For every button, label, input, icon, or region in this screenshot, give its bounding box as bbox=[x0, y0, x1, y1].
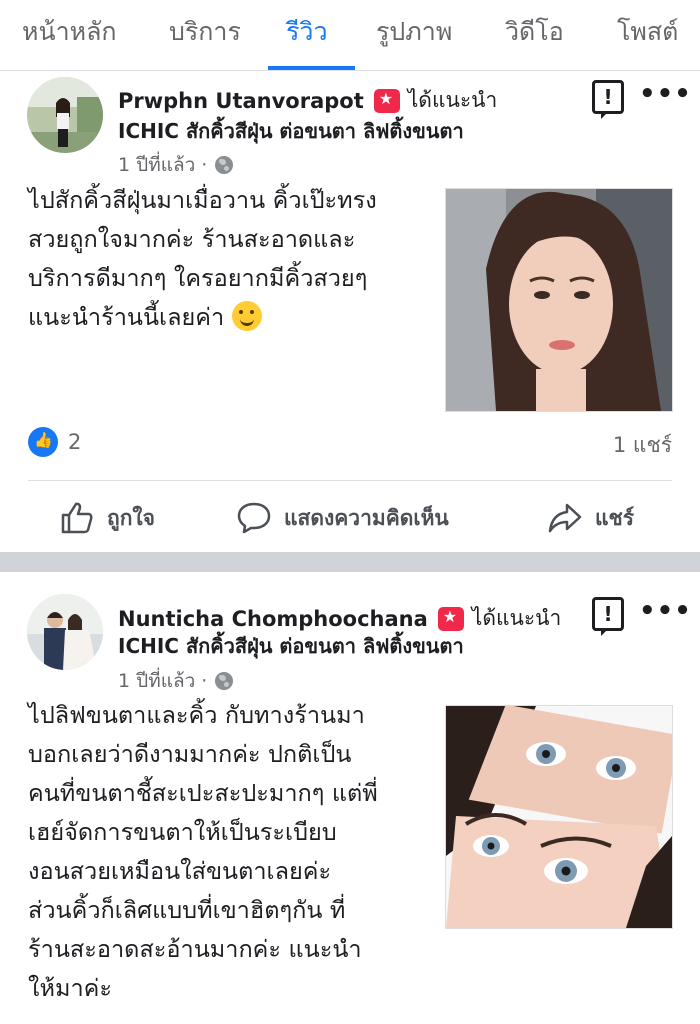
tab-videos[interactable]: วิดีโอ bbox=[505, 12, 564, 52]
avatar[interactable] bbox=[27, 594, 103, 670]
thumbs-up-icon bbox=[61, 502, 93, 534]
profile-tab-bar: หน้าหลัก บริการ รีวิว รูปภาพ วิดีโอ โพสต… bbox=[0, 0, 700, 71]
comment-label: แสดงความคิดเห็น bbox=[284, 505, 449, 530]
tab-home[interactable]: หน้าหลัก bbox=[22, 12, 117, 52]
comment-icon bbox=[237, 502, 271, 534]
tab-reviews[interactable]: รีวิว bbox=[286, 12, 328, 52]
author-name[interactable]: Nunticha Chomphoochana bbox=[118, 607, 428, 631]
review-text: ไปลิฟขนตาและคิ้ว กับทางร้านมา บอกเลยว่าด… bbox=[28, 701, 378, 1002]
like-count: 2 bbox=[68, 430, 82, 454]
recommend-label: ได้แนะนำ bbox=[407, 88, 498, 112]
tab-photos[interactable]: รูปภาพ bbox=[376, 12, 452, 52]
tab-posts[interactable]: โพสต์ bbox=[617, 12, 678, 52]
page-name[interactable]: ICHIC สักคิ้วสีฝุ่น ต่อขนตา ลิฟติ้งขนตา bbox=[118, 630, 464, 662]
share-count[interactable]: 1 แชร์ bbox=[613, 429, 672, 462]
author-name[interactable]: Prwphn Utanvorapot bbox=[118, 89, 364, 113]
active-tab-indicator bbox=[268, 66, 355, 70]
review-text-content: ไปสักคิ้วสีฝุ่นมาเมื่อวาน คิ้วเป๊ะทรง สว… bbox=[28, 186, 377, 331]
review-photo[interactable] bbox=[445, 188, 673, 412]
report-icon[interactable]: ! bbox=[592, 597, 624, 636]
page-name[interactable]: ICHIC สักคิ้วสีฝุ่น ต่อขนตา ลิฟติ้งขนตา bbox=[118, 115, 464, 147]
post-meta: 1 ปีที่แล้ว · bbox=[118, 666, 234, 696]
like-label: ถูกใจ bbox=[107, 505, 155, 530]
report-icon[interactable]: ! bbox=[592, 80, 624, 119]
reaction-summary[interactable]: 2 bbox=[28, 427, 81, 457]
comment-button[interactable]: แสดงความคิดเห็น bbox=[236, 501, 449, 535]
share-arrow-icon bbox=[548, 503, 582, 533]
globe-icon bbox=[215, 672, 234, 690]
share-button[interactable]: แชร์ bbox=[547, 501, 634, 535]
post-separator bbox=[0, 552, 700, 572]
share-label: แชร์ bbox=[595, 505, 635, 530]
recommend-icon bbox=[373, 88, 400, 113]
review-post: Prwphn Utanvorapot ได้แนะนำ ICHIC สักคิ้… bbox=[0, 71, 700, 551]
like-button[interactable]: ถูกใจ bbox=[59, 501, 155, 535]
avatar[interactable] bbox=[27, 77, 103, 153]
like-reaction-icon bbox=[28, 427, 58, 457]
divider bbox=[28, 480, 672, 481]
more-options-icon[interactable]: ••• bbox=[639, 596, 692, 626]
post-time[interactable]: 1 ปีที่แล้ว · bbox=[118, 666, 207, 696]
review-photo[interactable] bbox=[445, 705, 673, 929]
review-header: Prwphn Utanvorapot ได้แนะนำ bbox=[118, 84, 497, 117]
post-meta: 1 ปีที่แล้ว · bbox=[118, 150, 234, 180]
review-post: Nunticha Chomphoochana ได้แนะนำ ICHIC สั… bbox=[0, 572, 700, 1024]
globe-icon bbox=[215, 156, 234, 174]
smiling-face-icon bbox=[231, 301, 262, 331]
post-time[interactable]: 1 ปีที่แล้ว · bbox=[118, 150, 207, 180]
recommend-icon bbox=[437, 606, 464, 631]
more-options-icon[interactable]: ••• bbox=[639, 79, 692, 109]
tab-services[interactable]: บริการ bbox=[169, 12, 241, 52]
recommend-label: ได้แนะนำ bbox=[471, 606, 562, 630]
review-text: ไปสักคิ้วสีฝุ่นมาเมื่อวาน คิ้วเป๊ะทรง สว… bbox=[28, 181, 428, 337]
